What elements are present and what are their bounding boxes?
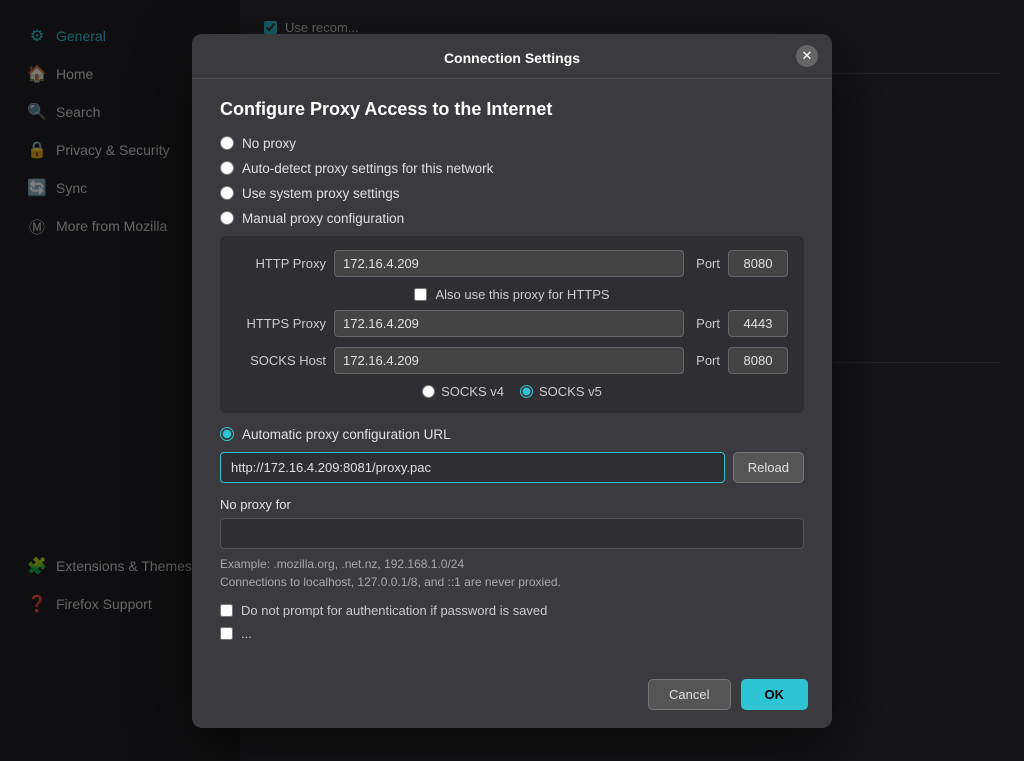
modal-overlay: Connection Settings ✕ Configure Proxy Ac… [0, 0, 1024, 761]
system-proxy-radio[interactable] [220, 186, 234, 200]
do-not-prompt-option[interactable]: Do not prompt for authentication if pass… [220, 603, 804, 618]
no-proxy-label: No proxy [242, 136, 296, 151]
socks-v4-label: SOCKS v4 [441, 384, 504, 399]
do-not-prompt-checkbox[interactable] [220, 604, 233, 617]
no-proxy-radio[interactable] [220, 136, 234, 150]
socks-port-label: Port [696, 353, 720, 368]
https-port-label: Port [696, 316, 720, 331]
dialog-header: Connection Settings ✕ [192, 34, 832, 79]
do-not-prompt-label: Do not prompt for authentication if pass… [241, 603, 547, 618]
https-checkbox-label: Also use this proxy for HTTPS [435, 287, 609, 302]
no-proxy-section: No proxy for Example: .mozilla.org, .net… [220, 497, 804, 591]
socks-v5-radio[interactable] [520, 385, 533, 398]
socks-host-input[interactable] [334, 347, 684, 374]
manual-proxy-radio[interactable] [220, 211, 234, 225]
http-proxy-input[interactable] [334, 250, 684, 277]
auto-proxy-url-row: Reload [220, 452, 804, 483]
auto-proxy-url-option[interactable]: Automatic proxy configuration URL [220, 427, 804, 442]
http-proxy-row: HTTP Proxy Port [236, 250, 788, 277]
https-proxy-row: HTTPS Proxy Port [236, 310, 788, 337]
https-port-input[interactable] [728, 310, 788, 337]
dialog-section-title: Configure Proxy Access to the Internet [220, 99, 804, 120]
truncated-bottom: ... [220, 626, 804, 641]
socks-v5-label: SOCKS v5 [539, 384, 602, 399]
auto-proxy-url-input[interactable] [220, 452, 725, 483]
auto-detect-radio[interactable] [220, 161, 234, 175]
dialog-title: Connection Settings [444, 50, 580, 66]
cancel-button[interactable]: Cancel [648, 679, 730, 710]
auto-detect-label: Auto-detect proxy settings for this netw… [242, 161, 493, 176]
http-port-label: Port [696, 256, 720, 271]
auto-detect-option[interactable]: Auto-detect proxy settings for this netw… [220, 161, 804, 176]
https-checkbox-row: Also use this proxy for HTTPS [236, 287, 788, 302]
auto-proxy-url-label: Automatic proxy configuration URL [242, 427, 451, 442]
https-proxy-input[interactable] [334, 310, 684, 337]
example-text: Example: .mozilla.org, .net.nz, 192.168.… [220, 555, 804, 591]
truncated-checkbox[interactable] [220, 627, 233, 640]
manual-proxy-label: Manual proxy configuration [242, 211, 404, 226]
no-proxy-option[interactable]: No proxy [220, 136, 804, 151]
socks-version-row: SOCKS v4 SOCKS v5 [236, 384, 788, 399]
ok-button[interactable]: OK [741, 679, 809, 710]
auto-proxy-url-radio[interactable] [220, 427, 234, 441]
manual-proxy-section: HTTP Proxy Port Also use this proxy for … [220, 236, 804, 413]
manual-proxy-option[interactable]: Manual proxy configuration [220, 211, 804, 226]
no-proxy-for-label: No proxy for [220, 497, 804, 512]
https-checkbox[interactable] [414, 288, 427, 301]
socks-v5-option[interactable]: SOCKS v5 [520, 384, 602, 399]
connection-settings-dialog: Connection Settings ✕ Configure Proxy Ac… [192, 34, 832, 728]
reload-button[interactable]: Reload [733, 452, 804, 483]
http-proxy-label: HTTP Proxy [236, 256, 326, 271]
http-port-input[interactable] [728, 250, 788, 277]
system-proxy-option[interactable]: Use system proxy settings [220, 186, 804, 201]
socks-port-input[interactable] [728, 347, 788, 374]
socks-v4-radio[interactable] [422, 385, 435, 398]
dialog-footer: Cancel OK [192, 665, 832, 728]
dialog-body: Configure Proxy Access to the Internet N… [192, 79, 832, 665]
no-proxy-for-input[interactable] [220, 518, 804, 549]
socks-host-row: SOCKS Host Port [236, 347, 788, 374]
https-proxy-label: HTTPS Proxy [236, 316, 326, 331]
system-proxy-label: Use system proxy settings [242, 186, 400, 201]
socks-host-label: SOCKS Host [236, 353, 326, 368]
truncated-label: ... [241, 626, 252, 641]
socks-v4-option[interactable]: SOCKS v4 [422, 384, 504, 399]
close-button[interactable]: ✕ [796, 45, 818, 67]
